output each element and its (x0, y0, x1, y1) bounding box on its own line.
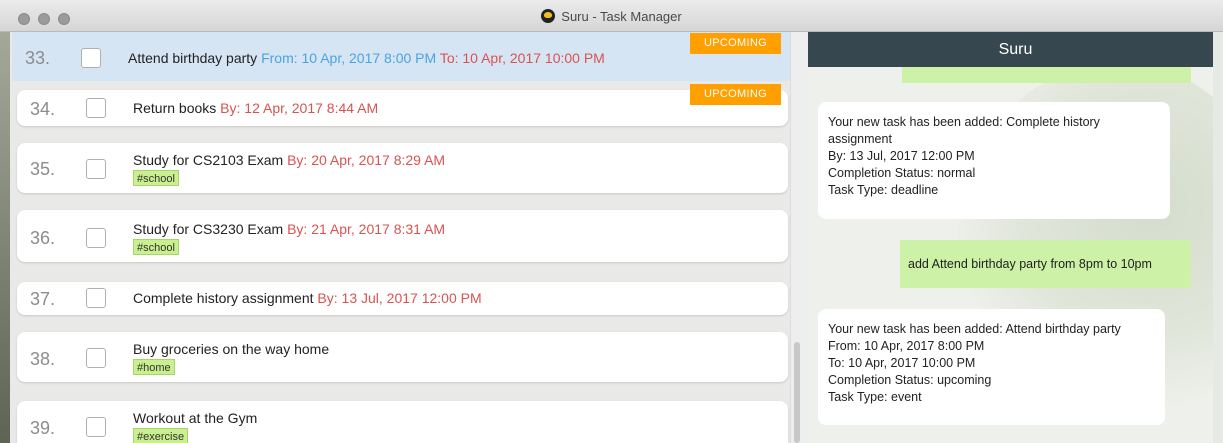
task-number: 34. (30, 99, 56, 119)
title-bar: Suru - Task Manager (0, 0, 1223, 32)
message-line: assignment (828, 132, 892, 146)
task-number: 33. (25, 48, 51, 68)
task-checkbox[interactable] (81, 48, 101, 68)
message-line: To: 10 Apr, 2017 10:00 PM (828, 356, 976, 370)
task-from: From: 10 Apr, 2017 8:00 PM (261, 50, 437, 66)
message-line: Your new task has been added: Attend bir… (828, 322, 1121, 336)
task-checkbox[interactable] (86, 288, 106, 308)
task-name: Study for CS3230 Exam (133, 221, 284, 237)
task-text: Study for CS3230 Exam By: 21 Apr, 2017 8… (133, 221, 445, 237)
task-name: Workout at the Gym (133, 410, 258, 426)
task-due-date: By: 13 Jul, 2017 12:00 PM (317, 290, 482, 306)
task-name: Complete history assignment (133, 290, 314, 306)
task-text: Complete history assignment By: 13 Jul, … (133, 290, 482, 306)
message-line: From: 10 Apr, 2017 8:00 PM (828, 339, 985, 353)
chat-header: Suru (808, 32, 1223, 67)
task-tag: #exercise (133, 428, 189, 443)
bot-message: Your new task has been added: Complete h… (818, 102, 1170, 219)
task-checkbox[interactable] (86, 228, 106, 248)
status-badge: UPCOMING (690, 84, 781, 105)
message-line: Your new task has been added: Complete h… (828, 115, 1100, 129)
message-line: Task Type: event (828, 390, 922, 404)
task-number: 35. (30, 159, 56, 179)
message-line: Task Type: deadline (828, 183, 939, 197)
window-title: Suru - Task Manager (561, 9, 682, 24)
task-list-panel[interactable]: 33. Attend birthday party From: 10 Apr, … (0, 32, 808, 443)
window-title-wrap: Suru - Task Manager (0, 9, 1223, 24)
task-checkbox[interactable] (86, 417, 106, 437)
task-text: Buy groceries on the way home (133, 341, 329, 357)
message-line: Completion Status: normal (828, 166, 976, 180)
task-item-36[interactable]: 36. Study for CS3230 Exam By: 21 Apr, 20… (17, 210, 788, 262)
message-line: Completion Status: upcoming (828, 373, 992, 387)
task-item-35[interactable]: 35. Study for CS2103 Exam By: 20 Apr, 20… (17, 143, 788, 193)
task-checkbox[interactable] (86, 159, 106, 179)
task-checkbox[interactable] (86, 348, 106, 368)
app-logo-icon (541, 9, 556, 23)
task-text: Attend birthday party From: 10 Apr, 2017… (128, 50, 605, 66)
task-name: Attend birthday party (128, 50, 258, 66)
task-item-37[interactable]: 37. Complete history assignment By: 13 J… (17, 282, 788, 315)
background-strip (0, 32, 10, 443)
task-due-date: By: 20 Apr, 2017 8:29 AM (287, 152, 446, 168)
scrollbar-thumb[interactable] (794, 342, 800, 443)
previous-user-message (902, 67, 1191, 83)
app-window: Suru - Task Manager 33. Attend birthday … (0, 0, 1223, 443)
task-item-33[interactable]: 33. Attend birthday party From: 10 Apr, … (12, 32, 790, 81)
task-due-date: By: 21 Apr, 2017 8:31 AM (287, 221, 446, 237)
task-item-38[interactable]: 38. Buy groceries on the way home #home (17, 332, 788, 382)
chat-panel[interactable]: Suru Your new task has been added: Compl… (808, 32, 1223, 443)
task-tag: #home (133, 359, 175, 375)
task-tag: #school (133, 170, 179, 186)
task-tag: #school (133, 239, 179, 255)
task-name: Study for CS2103 Exam (133, 152, 284, 168)
task-item-34[interactable]: 34. Return books By: 12 Apr, 2017 8:44 A… (17, 84, 788, 126)
task-number: 39. (30, 418, 56, 438)
task-item-39[interactable]: 39. Workout at the Gym #exercise (17, 401, 788, 443)
user-message: add Attend birthday party from 8pm to 10… (900, 240, 1191, 288)
task-text: Return books By: 12 Apr, 2017 8:44 AM (133, 100, 378, 116)
task-number: 36. (30, 228, 56, 248)
task-name: Return books (133, 100, 217, 116)
window-edge (1213, 32, 1223, 443)
task-name: Buy groceries on the way home (133, 341, 330, 357)
task-due-date: By: 12 Apr, 2017 8:44 AM (220, 100, 379, 116)
task-text: Study for CS2103 Exam By: 20 Apr, 2017 8… (133, 152, 445, 168)
task-number: 37. (30, 289, 56, 309)
status-badge: UPCOMING (690, 33, 781, 54)
message-line: By: 13 Jul, 2017 12:00 PM (828, 149, 975, 163)
task-checkbox[interactable] (86, 98, 106, 118)
task-to: To: 10 Apr, 2017 10:00 PM (439, 50, 605, 66)
task-text: Workout at the Gym (133, 410, 257, 426)
bot-message: Your new task has been added: Attend bir… (818, 309, 1165, 425)
task-number: 38. (30, 349, 56, 369)
